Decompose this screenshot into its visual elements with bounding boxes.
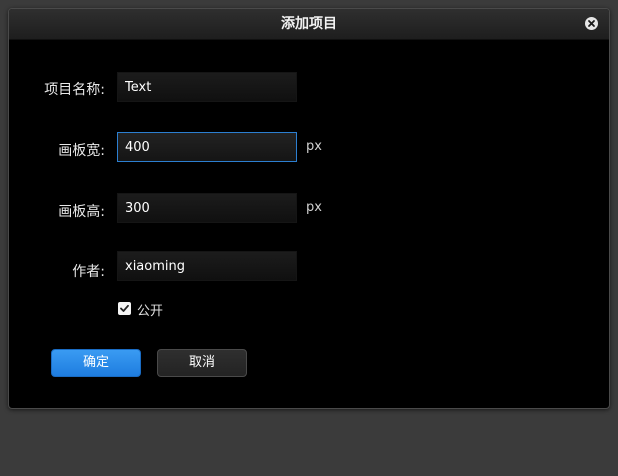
canvas-height-unit: px bbox=[306, 200, 322, 215]
close-icon[interactable] bbox=[585, 17, 598, 30]
confirm-button[interactable]: 确定 bbox=[51, 349, 141, 377]
canvas-width-label: 画板宽: bbox=[58, 143, 105, 159]
canvas-height-input[interactable] bbox=[117, 193, 297, 223]
dialog-titlebar: 添加项目 bbox=[9, 9, 609, 40]
author-label: 作者: bbox=[72, 264, 105, 280]
add-project-dialog: 添加项目 项目名称: 画板宽: px 画板高: px 作者: 公开 确定 取消 bbox=[8, 8, 610, 409]
dialog-title: 添加项目 bbox=[281, 16, 337, 32]
cancel-button[interactable]: 取消 bbox=[157, 349, 247, 377]
project-name-label: 项目名称: bbox=[44, 82, 105, 98]
project-name-input[interactable] bbox=[117, 72, 297, 102]
public-checkbox-label: 公开 bbox=[137, 304, 164, 319]
canvas-width-input[interactable] bbox=[117, 132, 297, 162]
author-input[interactable] bbox=[117, 251, 297, 281]
public-checkbox[interactable] bbox=[118, 302, 131, 315]
canvas-height-label: 画板高: bbox=[58, 204, 105, 220]
canvas-width-unit: px bbox=[306, 139, 322, 154]
